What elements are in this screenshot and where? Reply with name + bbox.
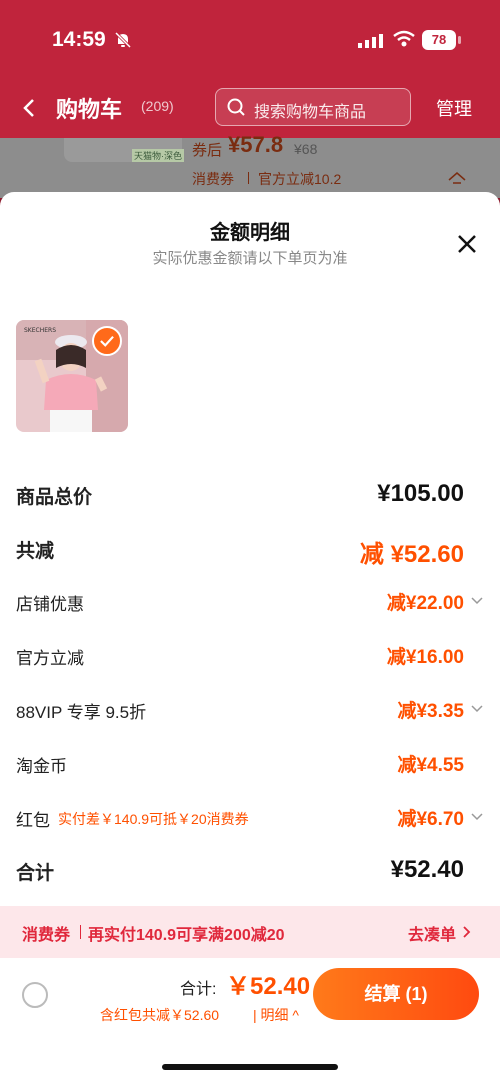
- vip-discount-label: 88VIP 专享 9.5折: [16, 703, 147, 722]
- voucher-label: 消费券: [22, 927, 71, 944]
- svg-text:SKECHERS: SKECHERS: [24, 327, 56, 334]
- page-title: 购物车: [56, 97, 123, 122]
- voucher-label: 消费券: [192, 171, 234, 187]
- official-discount-label: 官方立减10.2: [258, 171, 342, 187]
- status-time: 14:59: [52, 28, 106, 51]
- shop-discount-row[interactable]: 店铺优惠 减¥22.00: [16, 586, 486, 618]
- detail-toggle[interactable]: | 明细 ^: [253, 1005, 299, 1025]
- total-label: 合计:: [180, 981, 217, 998]
- official-discount-label: 官方立减: [16, 649, 84, 668]
- status-bar: 14:59 78: [0, 0, 500, 80]
- chevron-down-icon[interactable]: [470, 704, 484, 714]
- red-packet-label: 红包: [16, 811, 50, 830]
- discount-detail-icon[interactable]: [447, 170, 467, 184]
- total-reduce-value: 减 ¥52.60: [359, 541, 464, 568]
- add-items-link[interactable]: 去凑单: [408, 921, 456, 945]
- search-icon: [227, 98, 245, 116]
- voucher-promo-text: 再实付140.9可享满200减20: [88, 927, 285, 944]
- cart-header: 购物车 (209) 搜索购物车商品 管理: [0, 80, 500, 138]
- home-indicator: [162, 1064, 338, 1070]
- sheet-title: 金额明细: [210, 222, 290, 244]
- price-detail-sheet: 金额明细 实际优惠金额请以下单页为准 SKECHERS 商品总价 ¥105.00…: [0, 192, 500, 1087]
- cart-count: (209): [141, 98, 174, 114]
- after-coupon-label: 券后: [192, 142, 223, 159]
- shop-discount-value: 减¥22.00: [386, 593, 464, 614]
- cart-search-input[interactable]: 搜索购物车商品: [215, 88, 411, 126]
- red-packet-row[interactable]: 红包 实付差￥140.9可抵￥20消费券 减¥6.70: [16, 802, 486, 834]
- taojinbi-row: 淘金币 减¥4.55: [16, 748, 486, 780]
- total-reduce-label: 共减: [16, 541, 55, 562]
- product-tag: 天猫物·深色: [132, 149, 184, 162]
- chevron-right-icon[interactable]: [462, 925, 472, 939]
- close-icon[interactable]: [455, 232, 479, 256]
- taojinbi-value: 减¥4.55: [397, 755, 464, 776]
- subtotal-label: 合计: [16, 863, 55, 884]
- divider: [248, 172, 249, 184]
- total-price-label: 商品总价: [16, 487, 93, 508]
- checkout-bar: 合计: ￥52.40 含红包共减￥52.60 | 明细 ^ 结算 (1): [0, 958, 500, 1087]
- back-arrow-icon[interactable]: [18, 94, 42, 122]
- subtotal-value: ¥52.40: [390, 856, 464, 883]
- manage-button[interactable]: 管理: [436, 95, 472, 121]
- after-coupon-price: ¥57.8: [228, 132, 284, 157]
- subtotal-row: 合计 ¥52.40: [16, 854, 486, 886]
- signal-icon: [358, 34, 383, 48]
- taojinbi-label: 淘金币: [16, 757, 67, 776]
- battery-indicator: 78: [422, 30, 461, 50]
- red-packet-note: 实付差￥140.9可抵￥20消费券: [58, 811, 249, 827]
- total-price-row: 商品总价 ¥105.00: [16, 478, 486, 510]
- wifi-icon: [393, 30, 415, 47]
- original-price: ¥68: [294, 141, 318, 157]
- total-price-value: ¥105.00: [377, 480, 464, 507]
- select-all-radio[interactable]: [22, 982, 48, 1008]
- chevron-down-icon[interactable]: [470, 812, 484, 822]
- checkout-button[interactable]: 结算 (1): [313, 968, 479, 1020]
- total-reduce-note: 含红包共减￥52.60: [100, 1007, 220, 1023]
- voucher-bar[interactable]: 消费券 再实付140.9可享满200减20 去凑单: [0, 906, 500, 958]
- sheet-subtitle: 实际优惠金额请以下单页为准: [152, 250, 348, 267]
- red-packet-value: 减¥6.70: [397, 809, 464, 830]
- vip-discount-value: 减¥3.35: [397, 701, 464, 722]
- official-discount-value: 减¥16.00: [386, 647, 464, 668]
- official-discount-row: 官方立减 减¥16.00: [16, 640, 486, 672]
- detail-link-label: 明细: [260, 1007, 289, 1023]
- search-placeholder: 搜索购物车商品: [254, 104, 367, 121]
- selected-check-icon[interactable]: [92, 326, 122, 356]
- chevron-down-icon[interactable]: [470, 596, 484, 606]
- vip-discount-row[interactable]: 88VIP 专享 9.5折 减¥3.35: [16, 694, 486, 726]
- total-value: ￥52.40: [226, 973, 311, 1000]
- divider: [80, 925, 81, 939]
- shop-discount-label: 店铺优惠: [16, 595, 84, 614]
- mute-bell-icon: [114, 31, 132, 49]
- total-reduce-row: 共减 减 ¥52.60: [16, 532, 486, 568]
